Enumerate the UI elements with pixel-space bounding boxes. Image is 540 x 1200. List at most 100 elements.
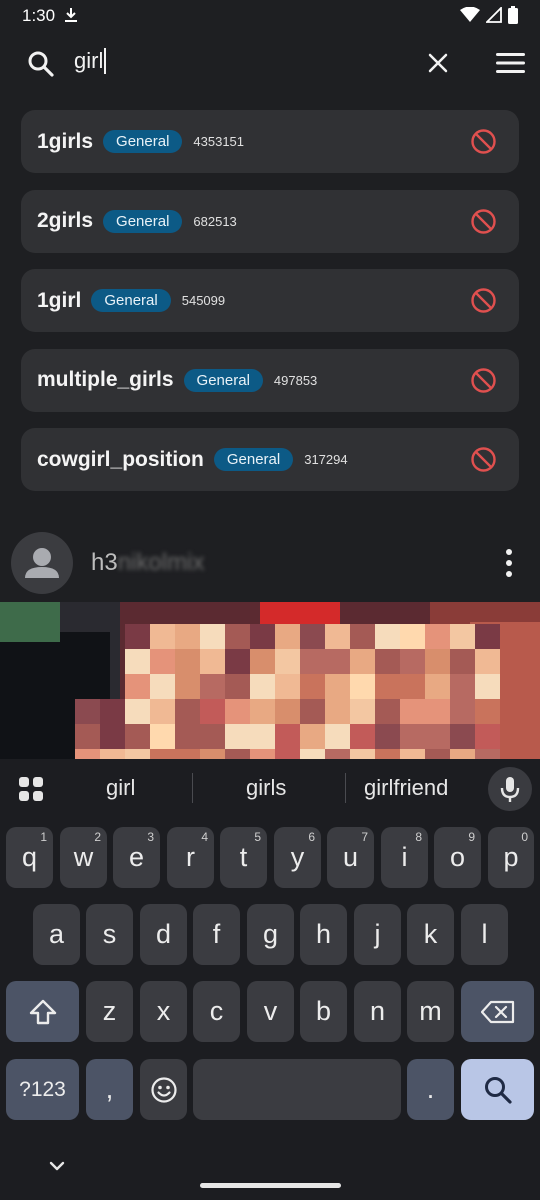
key-label: v (263, 996, 278, 1026)
tag-suggestion[interactable]: 1girls General 4353151 (21, 110, 519, 173)
search-key[interactable] (461, 1059, 534, 1120)
status-time: 1:30 (22, 6, 56, 25)
key-label: i (401, 842, 408, 872)
period-key[interactable]: . (407, 1059, 454, 1120)
key-hint: 1 (40, 830, 47, 844)
key-j[interactable]: j (354, 904, 401, 965)
tag-suggestion[interactable]: cowgirl_position General 317294 (21, 428, 519, 491)
key-n[interactable]: n (354, 981, 401, 1042)
key-c[interactable]: c (193, 981, 240, 1042)
hamburger-menu-icon[interactable] (496, 52, 526, 74)
key-l[interactable]: l (461, 904, 508, 965)
backspace-key[interactable] (461, 981, 534, 1042)
key-f[interactable]: f (193, 904, 240, 965)
key-hint: 8 (415, 830, 422, 844)
signal-icon (486, 7, 502, 23)
search-input[interactable]: girl (74, 48, 107, 74)
key-label: m (419, 996, 442, 1026)
key-label: b (315, 996, 332, 1026)
shift-icon (29, 999, 56, 1024)
on-screen-keyboard: girl girls girlfriend q1 w2 e3 r4 t5 y6 … (0, 759, 540, 1200)
key-z[interactable]: z (86, 981, 133, 1042)
chevron-down-icon[interactable] (48, 1160, 66, 1172)
key-label: q (21, 842, 38, 872)
keyboard-suggestion[interactable]: girls (246, 775, 286, 801)
key-label: o (449, 842, 466, 872)
key-label: h (315, 919, 332, 949)
post-image[interactable] (0, 602, 540, 759)
username-visible: h3 (91, 549, 118, 576)
avatar[interactable] (11, 532, 73, 594)
keyboard-suggestion[interactable]: girl (106, 775, 135, 801)
pixelated-image (0, 602, 540, 759)
tag-suggestion[interactable]: multiple_girls General 497853 (21, 348, 519, 412)
key-label: t (239, 842, 248, 872)
comma-key[interactable]: , (86, 1059, 133, 1120)
backspace-icon (480, 1000, 514, 1023)
more-vertical-icon[interactable] (502, 548, 516, 578)
block-icon[interactable] (470, 367, 497, 394)
key-i[interactable]: i8 (381, 827, 428, 888)
tag-suggestion[interactable]: 1girl General 545099 (21, 269, 519, 332)
post-header: h3nikolmix (0, 530, 540, 602)
search-bar: girl (0, 34, 540, 94)
tag-suggestion-list: 1girls General 4353151 2girls General 68… (21, 110, 519, 508)
tag-name: 1girl (37, 288, 82, 312)
search-icon (484, 1076, 512, 1104)
key-hint: 9 (468, 830, 475, 844)
voice-input-button[interactable] (488, 767, 532, 811)
close-icon[interactable] (427, 52, 449, 74)
space-key[interactable] (193, 1059, 401, 1120)
key-o[interactable]: o9 (434, 827, 481, 888)
key-x[interactable]: x (140, 981, 187, 1042)
post-count: 497853 (273, 372, 318, 388)
key-m[interactable]: m (407, 981, 454, 1042)
divider (192, 773, 193, 803)
key-hint: 5 (254, 830, 261, 844)
block-icon[interactable] (470, 208, 497, 235)
key-hint: 7 (361, 830, 368, 844)
key-w[interactable]: w2 (60, 827, 107, 888)
key-a[interactable]: a (33, 904, 80, 965)
wifi-icon (460, 7, 480, 22)
key-label: a (48, 919, 65, 949)
tag-suggestion[interactable]: 2girls General 682513 (21, 189, 519, 253)
key-hint: 0 (521, 830, 528, 844)
key-y[interactable]: y6 (274, 827, 321, 888)
shift-key[interactable] (6, 981, 79, 1042)
key-g[interactable]: g (247, 904, 294, 965)
key-t[interactable]: t5 (220, 827, 267, 888)
symbols-key[interactable]: ?123 (6, 1059, 79, 1120)
apps-grid-icon[interactable] (18, 776, 44, 802)
key-b[interactable]: b (300, 981, 347, 1042)
key-h[interactable]: h (300, 904, 347, 965)
block-icon[interactable] (470, 128, 497, 155)
search-icon[interactable] (27, 50, 55, 78)
tag-name: 2girls (37, 209, 94, 232)
key-label: c (209, 996, 224, 1026)
block-icon[interactable] (470, 287, 497, 314)
key-d[interactable]: d (140, 904, 187, 965)
home-indicator[interactable] (200, 1183, 341, 1188)
key-label: x (156, 996, 171, 1026)
keyboard-suggestion[interactable]: girlfriend (364, 775, 448, 801)
emoji-key[interactable] (140, 1059, 187, 1120)
key-v[interactable]: v (247, 981, 294, 1042)
key-label: w (73, 842, 94, 872)
key-u[interactable]: u7 (327, 827, 374, 888)
username[interactable]: h3nikolmix (91, 549, 204, 577)
key-s[interactable]: s (86, 904, 133, 965)
key-label: f (212, 919, 221, 949)
block-icon[interactable] (470, 446, 497, 473)
key-label: g (262, 919, 279, 949)
key-label: d (155, 919, 172, 949)
key-e[interactable]: e3 (113, 827, 160, 888)
post-count: 682513 (193, 213, 237, 229)
key-k[interactable]: k (407, 904, 454, 965)
key-q[interactable]: q1 (6, 827, 53, 888)
key-p[interactable]: p0 (488, 827, 534, 888)
key-r[interactable]: r4 (167, 827, 214, 888)
key-label: k (423, 919, 438, 949)
key-label: , (105, 1074, 114, 1104)
key-label: y (290, 842, 305, 872)
